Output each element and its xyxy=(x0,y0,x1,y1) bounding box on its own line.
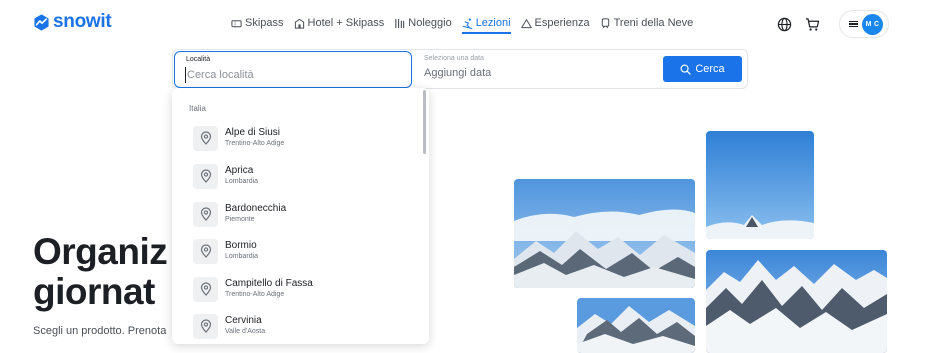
cart-icon[interactable] xyxy=(803,15,821,33)
nav-esperienza[interactable]: Esperienza xyxy=(520,14,590,32)
result-name: Cervinia xyxy=(225,315,262,326)
location-result[interactable]: Bardonecchia Piemonte xyxy=(193,198,413,230)
dropdown-scrollbar[interactable] xyxy=(423,90,426,154)
location-input[interactable] xyxy=(185,67,400,83)
logo-mark-icon xyxy=(34,13,49,31)
search-button-label: Cerca xyxy=(695,63,725,75)
search-icon xyxy=(680,64,692,75)
snowit-logo[interactable]: snowit xyxy=(33,11,112,32)
nav-esperienza-label: Esperienza xyxy=(534,17,590,29)
result-name: Bardonecchia xyxy=(225,203,287,214)
location-field[interactable]: Località xyxy=(174,51,412,88)
globe-icon[interactable] xyxy=(775,15,793,33)
hero-title: Organiz giornat xyxy=(33,231,168,312)
mountain-photo xyxy=(706,131,814,239)
nav-hotel-skipass[interactable]: Hotel + Skipass xyxy=(294,14,385,32)
nav-hotel-skipass-label: Hotel + Skipass xyxy=(307,17,385,29)
hero-title-line2: giornat xyxy=(33,271,155,312)
nav-noleggio-label: Noleggio xyxy=(408,17,452,29)
hamburger-icon xyxy=(849,20,858,28)
result-region: Lombardia xyxy=(225,178,259,185)
location-result[interactable]: Cervinia Valle d'Aosta xyxy=(193,310,413,342)
result-region: Valle d'Aosta xyxy=(225,328,266,335)
result-region: Trentino-Alto Adige xyxy=(225,140,285,147)
dropdown-group-label: Italia xyxy=(189,104,206,113)
avatar: M C xyxy=(862,13,883,35)
header-actions: M C xyxy=(775,10,889,38)
result-name: Campitello di Fassa xyxy=(225,278,313,289)
nav-skipass[interactable]: Skipass xyxy=(231,14,284,32)
nav-skipass-label: Skipass xyxy=(245,17,284,29)
mountain-icon xyxy=(520,18,532,28)
location-result[interactable]: Campitello di Fassa Trentino-Alto Adige xyxy=(193,273,413,305)
location-pin-icon xyxy=(193,125,218,151)
nav-lezioni-label: Lezioni xyxy=(475,17,511,29)
location-pin-icon xyxy=(193,201,218,227)
train-icon xyxy=(601,17,609,28)
mountain-photo xyxy=(706,250,887,353)
main-nav: Skipass Hotel + Skipass Noleggio Lezioni… xyxy=(231,14,693,34)
date-label: Seleziona una data xyxy=(424,55,484,62)
location-pin-icon xyxy=(193,163,218,189)
date-value: Aggiungi data xyxy=(424,67,492,79)
mountain-photo xyxy=(577,298,695,353)
nav-treni-della-neve[interactable]: Treni della Neve xyxy=(600,14,694,32)
nav-lezioni[interactable]: Lezioni xyxy=(461,14,511,34)
nav-noleggio[interactable]: Noleggio xyxy=(394,14,452,32)
hero-subtitle: Scegli un prodotto. Prenota xyxy=(33,325,167,337)
nav-treni-label: Treni della Neve xyxy=(613,17,694,29)
location-dropdown: Italia Alpe di Siusi Trentino-Alto Adige … xyxy=(172,88,429,344)
result-region: Piemonte xyxy=(225,216,255,223)
search-button[interactable]: Cerca xyxy=(663,56,742,82)
header: snowit Skipass Hotel + Skipass Noleggio … xyxy=(0,0,951,46)
location-result[interactable]: Aprica Lombardia xyxy=(193,160,413,192)
date-field[interactable]: Seleziona una data Aggiungi data xyxy=(424,51,654,88)
result-name: Aprica xyxy=(225,165,254,176)
ticket-icon xyxy=(231,19,242,27)
result-name: Alpe di Siusi xyxy=(225,127,281,138)
skis-icon xyxy=(395,18,405,28)
hero-title-line1: Organiz xyxy=(33,231,168,272)
result-name: Bormio xyxy=(225,240,257,251)
location-result[interactable]: Alpe di Siusi Trentino-Alto Adige xyxy=(193,122,413,154)
hotel-icon xyxy=(294,18,304,29)
result-region: Trentino-Alto Adige xyxy=(225,291,285,298)
logo-text: snowit xyxy=(53,11,112,32)
mountain-photo xyxy=(514,179,695,288)
location-pin-icon xyxy=(193,238,218,264)
location-result[interactable]: Bormio Lombardia xyxy=(193,235,413,267)
location-label: Località xyxy=(186,56,211,63)
skier-icon xyxy=(462,18,472,29)
location-pin-icon xyxy=(193,276,218,302)
location-pin-icon xyxy=(193,313,218,339)
result-region: Lombardia xyxy=(225,253,259,260)
search-bar: Località Seleziona una data Aggiungi dat… xyxy=(172,49,748,89)
account-menu-button[interactable]: M C xyxy=(839,10,889,38)
